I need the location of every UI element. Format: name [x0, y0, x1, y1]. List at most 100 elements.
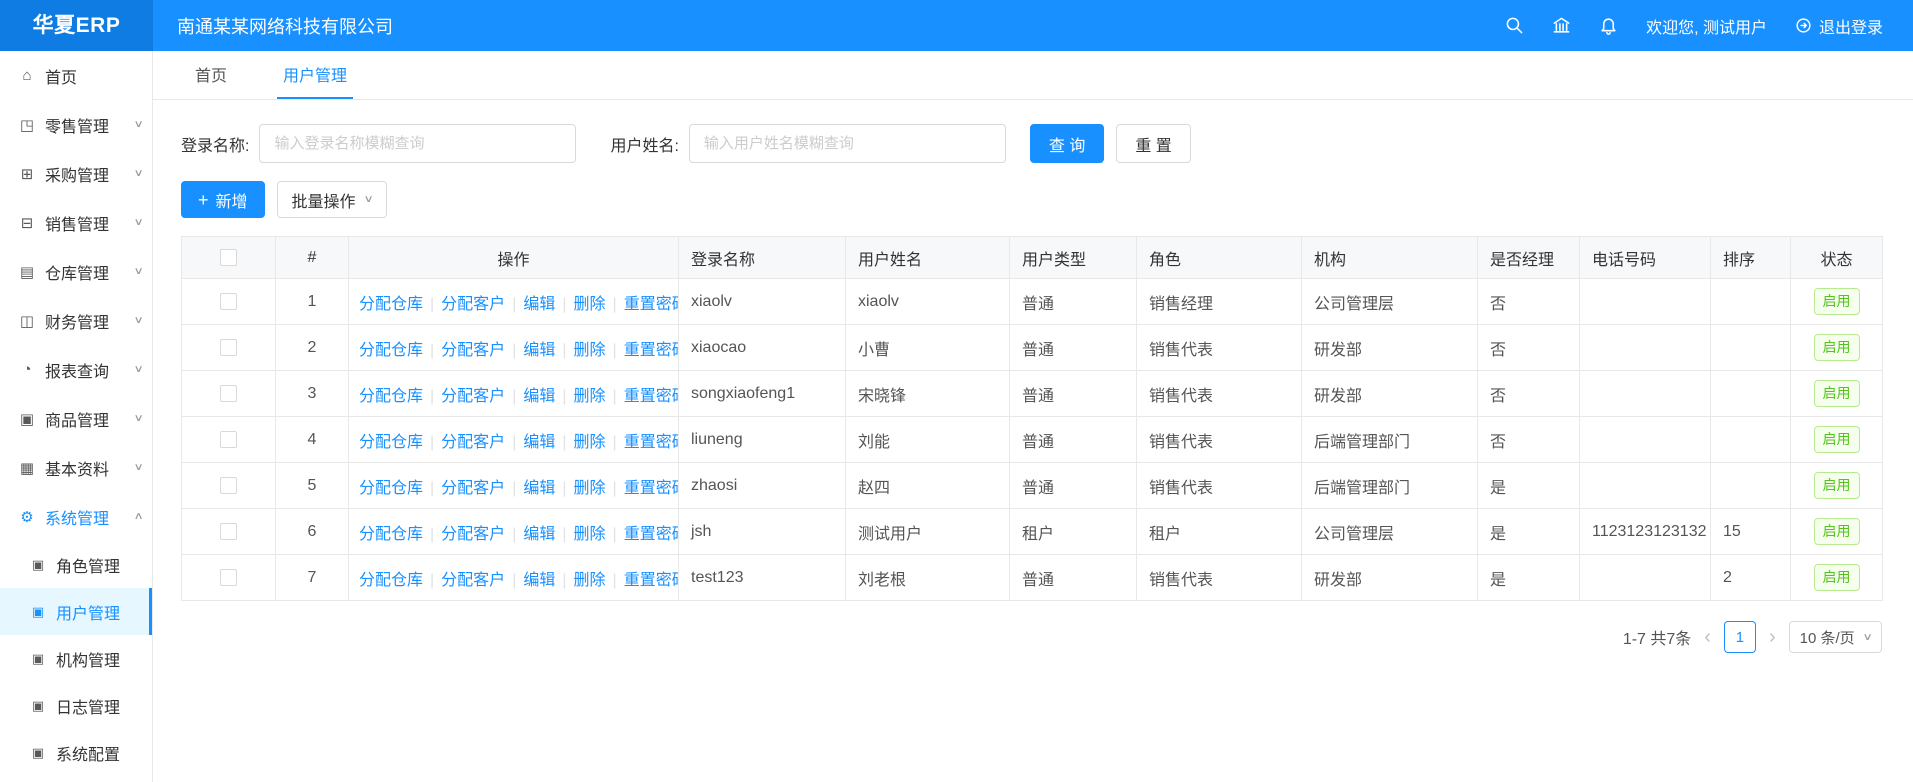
cell-checkbox [182, 463, 276, 509]
search-button[interactable]: 查 询 [1030, 124, 1104, 163]
assign-customer-link[interactable]: 分配客户 [441, 296, 505, 313]
edit-link[interactable]: 编辑 [523, 296, 555, 313]
status-badge: 启用 [1814, 472, 1860, 498]
reset-password-link[interactable]: 重置密码 [624, 480, 679, 497]
op-separator: | [430, 342, 434, 359]
assign-warehouse-link[interactable]: 分配仓库 [359, 434, 423, 451]
sidebar-item-report[interactable]: ◔报表查询∨ [0, 345, 152, 394]
sidebar-item-system[interactable]: ⚙系统管理∧ [0, 492, 152, 541]
user-name-input[interactable] [689, 124, 1006, 163]
chevron-down-icon: ∨ [133, 364, 143, 375]
delete-link[interactable]: 删除 [574, 388, 606, 405]
delete-link[interactable]: 删除 [574, 296, 606, 313]
chevron-up-icon: ∧ [133, 511, 143, 522]
search-icon[interactable] [1505, 16, 1524, 35]
tab-user[interactable]: 用户管理 [277, 51, 353, 99]
reset-password-link[interactable]: 重置密码 [624, 434, 679, 451]
row-checkbox[interactable] [220, 339, 237, 356]
bank-icon[interactable] [1552, 16, 1571, 35]
assign-customer-link[interactable]: 分配客户 [441, 572, 505, 589]
login-name-label: 登录名称: [181, 132, 249, 156]
assign-warehouse-link[interactable]: 分配仓库 [359, 342, 423, 359]
sidebar-item-sales[interactable]: ⊟销售管理∨ [0, 198, 152, 247]
assign-customer-link[interactable]: 分配客户 [441, 480, 505, 497]
reset-password-link[interactable]: 重置密码 [624, 388, 679, 405]
prev-page-button[interactable]: ‹ [1701, 627, 1714, 647]
status-badge: 启用 [1814, 426, 1860, 452]
sidebar-item-goods[interactable]: ▣商品管理∨ [0, 394, 152, 443]
sidebar-item-finance[interactable]: ◫财务管理∨ [0, 296, 152, 345]
status-badge: 启用 [1814, 564, 1860, 590]
assign-warehouse-link[interactable]: 分配仓库 [359, 526, 423, 543]
sidebar-item-retail[interactable]: ◳零售管理∨ [0, 100, 152, 149]
batch-operations-button[interactable]: 批量操作 ∨ [277, 181, 387, 218]
cell-phone [1580, 325, 1711, 371]
assign-customer-link[interactable]: 分配客户 [441, 434, 505, 451]
col-header-1: 操作 [349, 237, 679, 279]
reset-password-link[interactable]: 重置密码 [624, 342, 679, 359]
delete-link[interactable]: 删除 [574, 526, 606, 543]
assign-warehouse-link[interactable]: 分配仓库 [359, 572, 423, 589]
reset-password-link[interactable]: 重置密码 [624, 572, 679, 589]
sidebar-subitem-log[interactable]: ▣日志管理 [0, 682, 152, 729]
reset-password-link[interactable]: 重置密码 [624, 296, 679, 313]
page-size-select[interactable]: 10 条/页 ∨ [1789, 621, 1882, 653]
row-checkbox[interactable] [220, 431, 237, 448]
row-checkbox[interactable] [220, 293, 237, 310]
row-checkbox[interactable] [220, 385, 237, 402]
batch-button-label: 批量操作 [292, 188, 356, 212]
op-separator: | [562, 388, 566, 405]
cell-operations: 分配仓库|分配客户|编辑|删除|重置密码 [349, 325, 679, 371]
bell-icon[interactable] [1599, 16, 1618, 35]
add-button[interactable]: + 新增 [181, 181, 265, 218]
sidebar-item-warehouse[interactable]: ▤仓库管理∨ [0, 247, 152, 296]
cell-sort: 2 [1711, 555, 1791, 601]
assign-customer-link[interactable]: 分配客户 [441, 388, 505, 405]
edit-link[interactable]: 编辑 [523, 480, 555, 497]
login-name-input[interactable] [259, 124, 576, 163]
sidebar-item-home[interactable]: ⌂首页 [0, 51, 152, 100]
sidebar-subitem-role[interactable]: ▣角色管理 [0, 541, 152, 588]
app-logo[interactable]: 华夏ERP [0, 0, 153, 51]
edit-link[interactable]: 编辑 [523, 388, 555, 405]
sidebar-item-basic[interactable]: ▦基本资料∨ [0, 443, 152, 492]
chevron-down-icon: ∨ [133, 462, 143, 473]
cell-phone [1580, 463, 1711, 509]
sidebar-subitem-org[interactable]: ▣机构管理 [0, 635, 152, 682]
cell-login: liuneng [679, 417, 846, 463]
edit-link[interactable]: 编辑 [523, 526, 555, 543]
op-separator: | [430, 434, 434, 451]
cell-index: 7 [276, 555, 349, 601]
edit-link[interactable]: 编辑 [523, 342, 555, 359]
reset-button[interactable]: 重 置 [1116, 124, 1190, 163]
chevron-down-icon: ∨ [1862, 632, 1872, 643]
sidebar-subitem-user[interactable]: ▣用户管理 [0, 588, 152, 635]
page-number-button[interactable]: 1 [1724, 621, 1756, 653]
logout-button[interactable]: 退出登录 [1795, 14, 1883, 38]
delete-link[interactable]: 删除 [574, 480, 606, 497]
delete-link[interactable]: 删除 [574, 342, 606, 359]
tab-home[interactable]: 首页 [189, 51, 233, 99]
status-badge: 启用 [1814, 380, 1860, 406]
op-separator: | [512, 296, 516, 313]
edit-link[interactable]: 编辑 [523, 434, 555, 451]
cell-role: 销售代表 [1137, 555, 1302, 601]
sidebar-item-purchase[interactable]: ⊞采购管理∨ [0, 149, 152, 198]
cell-checkbox [182, 509, 276, 555]
delete-link[interactable]: 删除 [574, 434, 606, 451]
row-checkbox[interactable] [220, 569, 237, 586]
assign-warehouse-link[interactable]: 分配仓库 [359, 388, 423, 405]
delete-link[interactable]: 删除 [574, 572, 606, 589]
reset-password-link[interactable]: 重置密码 [624, 526, 679, 543]
edit-link[interactable]: 编辑 [523, 572, 555, 589]
next-page-button[interactable]: › [1766, 627, 1779, 647]
select-all-checkbox[interactable] [220, 249, 237, 266]
status-badge: 启用 [1814, 334, 1860, 360]
row-checkbox[interactable] [220, 477, 237, 494]
row-checkbox[interactable] [220, 523, 237, 540]
assign-customer-link[interactable]: 分配客户 [441, 342, 505, 359]
assign-warehouse-link[interactable]: 分配仓库 [359, 480, 423, 497]
assign-customer-link[interactable]: 分配客户 [441, 526, 505, 543]
assign-warehouse-link[interactable]: 分配仓库 [359, 296, 423, 313]
sidebar-subitem-config[interactable]: ▣系统配置 [0, 729, 152, 776]
